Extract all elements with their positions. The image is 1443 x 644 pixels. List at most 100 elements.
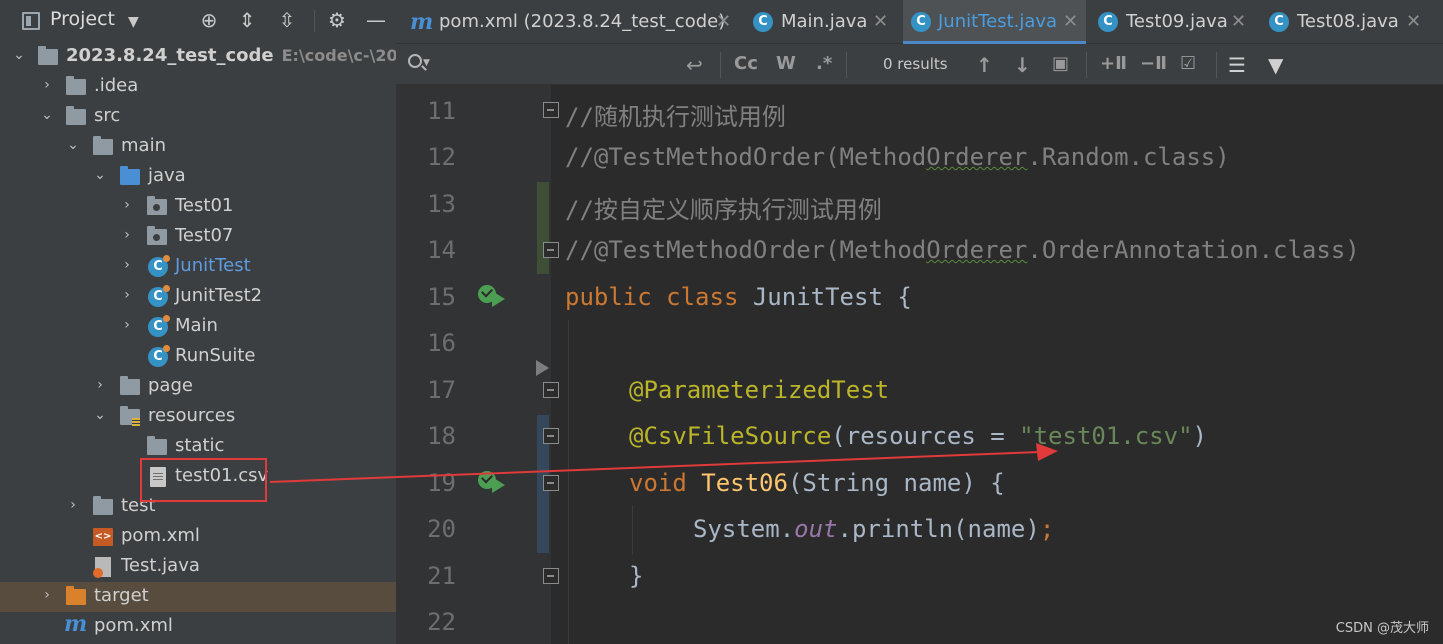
close-icon[interactable]: ✕	[716, 11, 731, 32]
close-icon[interactable]: ✕	[873, 11, 888, 32]
code-line-17[interactable]: @ParameterizedTest	[629, 376, 889, 404]
chevron-down-icon[interactable]: ▼	[128, 14, 139, 30]
tree-item-junittest[interactable]: › C JunitTest	[0, 252, 396, 282]
gear-icon[interactable]: ⚙	[325, 8, 349, 32]
collapse-all-icon[interactable]: ⇳	[275, 8, 299, 32]
locate-file-icon[interactable]: ⊕	[197, 8, 221, 32]
close-icon[interactable]: ✕	[1063, 11, 1078, 32]
remove-occurrence-icon[interactable]: −Ⅱ	[1140, 53, 1167, 74]
fold-marker[interactable]	[543, 382, 561, 404]
code-line-12[interactable]: //@TestMethodOrder(MethodOrderer.Random.…	[565, 143, 1230, 171]
tree-item-target[interactable]: › target	[0, 582, 396, 612]
arrow-down-icon[interactable]: ↓	[1014, 53, 1031, 77]
chevron-down-icon[interactable]: ⌄	[93, 407, 107, 423]
tab-label: JunitTest.java	[938, 11, 1058, 32]
run-test-class-icon[interactable]	[478, 283, 508, 313]
tree-item-project-root[interactable]: ⌄ 2023.8.24_test_codeE:\code\c-\2023.	[0, 42, 396, 72]
fold-marker[interactable]	[543, 568, 561, 590]
chevron-right-icon[interactable]: ›	[120, 317, 134, 333]
search-icon[interactable]	[408, 54, 422, 68]
tree-item-label: main	[121, 135, 166, 156]
chevron-down-icon[interactable]: ▼	[423, 58, 430, 68]
chevron-down-icon[interactable]: ⌄	[66, 137, 80, 153]
fold-marker[interactable]	[543, 475, 561, 497]
chevron-down-icon[interactable]: ⌄	[12, 47, 26, 63]
tree-item-pom-xml-src[interactable]: <> pom.xml	[0, 522, 396, 552]
tree-item-test01[interactable]: › Test01	[0, 192, 396, 222]
chevron-down-icon[interactable]: ⌄	[40, 107, 54, 123]
tab-main-java[interactable]: C Main.java ✕	[741, 0, 903, 44]
filter-icon[interactable]: ▼	[1268, 53, 1283, 77]
fold-expand-icon[interactable]	[536, 360, 549, 376]
tree-item-runsuite[interactable]: C RunSuite	[0, 342, 396, 372]
chevron-right-icon[interactable]: ›	[40, 587, 54, 603]
tree-item-main-class[interactable]: › C Main	[0, 312, 396, 342]
code-line-14[interactable]: //@TestMethodOrder(MethodOrderer.OrderAn…	[565, 236, 1360, 264]
chevron-right-icon[interactable]: ›	[120, 257, 134, 273]
fold-marker[interactable]	[543, 242, 561, 264]
code-line-11[interactable]: //随机执行测试用例	[565, 97, 786, 132]
fold-marker[interactable]	[543, 102, 561, 124]
tab-junittest-java[interactable]: C JunitTest.java ✕	[903, 0, 1086, 44]
tree-item-label: pom.xml	[94, 615, 173, 636]
new-line-icon[interactable]: ↩	[686, 53, 703, 77]
find-bar: ▼ ↩ Cc W .* 0 results ↑ ↓ ▣ +Ⅱ −Ⅱ ☑ ☰ ▼	[396, 44, 1443, 85]
tree-item-resources[interactable]: ⌄ resources	[0, 402, 396, 432]
chevron-right-icon[interactable]: ›	[66, 497, 80, 513]
fold-collapse-icon	[543, 242, 559, 258]
tree-item-src[interactable]: ⌄ src	[0, 102, 396, 132]
match-case-toggle[interactable]: Cc	[734, 53, 758, 74]
tree-item-test-java[interactable]: Test.java	[0, 552, 396, 582]
close-icon[interactable]: ✕	[1231, 11, 1246, 32]
tree-item-java[interactable]: ⌄ java	[0, 162, 396, 192]
project-folder-icon	[38, 46, 58, 65]
tree-item-test07[interactable]: › Test07	[0, 222, 396, 252]
add-occurrence-icon[interactable]: +Ⅱ	[1100, 53, 1127, 74]
code-line-21[interactable]: }	[629, 562, 643, 590]
select-all-icon[interactable]: ☑	[1180, 53, 1196, 74]
tab-test09-java[interactable]: C Test09.java ✕	[1088, 0, 1256, 44]
editor: m pom.xml (2023.8.24_test_code) ✕ C Main…	[396, 0, 1443, 644]
words-toggle[interactable]: W	[776, 53, 796, 74]
tree-item-pom-xml-root[interactable]: m pom.xml	[0, 612, 396, 642]
filter-lines-icon[interactable]: ☰	[1228, 53, 1246, 77]
fold-marker[interactable]	[543, 428, 561, 450]
tab-test08-java[interactable]: C Test08.java ✕	[1259, 0, 1439, 44]
code-line-13[interactable]: //按自定义顺序执行测试用例	[565, 190, 882, 225]
run-test-method-icon[interactable]	[478, 469, 508, 499]
code-line-20[interactable]: System.out.println(name);	[693, 515, 1054, 543]
find-bar-divider	[846, 52, 847, 78]
tree-item-page[interactable]: › page	[0, 372, 396, 402]
tree-item-main[interactable]: ⌄ main	[0, 132, 396, 162]
find-bar-divider	[720, 52, 721, 78]
chevron-right-icon[interactable]: ›	[40, 77, 54, 93]
code-line-18[interactable]: @CsvFileSource(resources = "test01.csv")	[629, 422, 1207, 450]
chevron-down-icon[interactable]: ⌄	[93, 167, 107, 183]
indent-guide	[632, 505, 633, 555]
arrow-up-icon[interactable]: ↑	[976, 53, 993, 77]
select-all-occurrences-icon[interactable]: ▣	[1052, 53, 1069, 74]
tree-item-label: JunitTest	[175, 255, 251, 276]
tab-pom-xml[interactable]: m pom.xml (2023.8.24_test_code) ✕	[396, 0, 736, 44]
code-line-19[interactable]: void Test06(String name) {	[629, 469, 1005, 497]
string-literal: "test01.csv"	[1019, 422, 1193, 450]
chevron-right-icon[interactable]: ›	[120, 287, 134, 303]
line-number: 14	[427, 236, 456, 264]
xml-file-icon: <>	[93, 528, 113, 546]
chevron-right-icon[interactable]: ›	[120, 197, 134, 213]
fold-collapse-icon	[543, 102, 559, 118]
annotation: @CsvFileSource	[629, 422, 832, 450]
project-view-selector[interactable]: Project	[50, 8, 115, 30]
tree-item-idea[interactable]: › .idea	[0, 72, 396, 102]
close-icon[interactable]: ✕	[1406, 11, 1421, 32]
watermark: CSDN @茂大师	[1335, 621, 1429, 636]
method-call: .println(name)	[837, 515, 1040, 543]
expand-all-icon[interactable]: ⇕	[235, 8, 259, 32]
minimize-icon[interactable]: —	[364, 8, 388, 32]
regex-toggle[interactable]: .*	[816, 53, 832, 74]
chevron-right-icon[interactable]: ›	[93, 377, 107, 393]
code-line-15[interactable]: public class JunitTest {	[565, 283, 912, 311]
tree-item-junittest2[interactable]: › C JunitTest2	[0, 282, 396, 312]
folder-icon	[120, 376, 140, 395]
chevron-right-icon[interactable]: ›	[120, 227, 134, 243]
